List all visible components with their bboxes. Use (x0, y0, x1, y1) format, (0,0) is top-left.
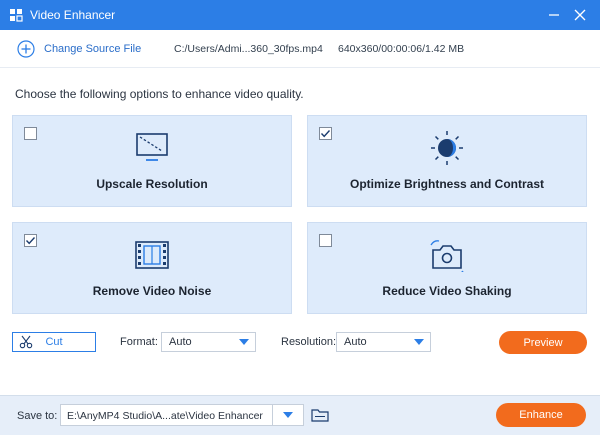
title-bar: Video Enhancer (0, 0, 600, 30)
video-enhancer-app-icon (9, 8, 23, 22)
camera-shake-icon (427, 237, 467, 273)
upscale-monitor-icon (132, 130, 172, 166)
format-select[interactable]: Auto (161, 332, 256, 352)
source-file-bar: Change Source File C:/Users/Admi...360_3… (0, 30, 600, 68)
format-value: Auto (169, 336, 192, 348)
noise-checkbox[interactable] (24, 234, 37, 247)
option-optimize-brightness[interactable]: Optimize Brightness and Contrast (307, 115, 587, 207)
preview-button[interactable]: Preview (499, 331, 587, 354)
cut-button[interactable]: Cut (12, 332, 96, 352)
brightness-sun-icon (427, 130, 467, 166)
shaking-checkbox[interactable] (319, 234, 332, 247)
chevron-down-icon[interactable] (283, 412, 293, 418)
upscale-checkbox[interactable] (24, 127, 37, 140)
option-reduce-video-shaking[interactable]: Reduce Video Shaking (307, 222, 587, 314)
resolution-label: Resolution: (281, 336, 337, 348)
option-label: Remove Video Noise (92, 284, 212, 298)
cut-button-label: Cut (45, 336, 63, 348)
chevron-down-icon (239, 339, 249, 345)
controls-row: Cut Format: Auto Resolution: Auto Previe… (0, 328, 600, 358)
format-label: Format: (120, 336, 158, 348)
close-icon[interactable] (572, 7, 588, 23)
add-circle-icon[interactable] (17, 40, 35, 58)
instruction-text: Choose the following options to enhance … (15, 87, 304, 101)
open-folder-icon[interactable] (311, 407, 329, 423)
film-strip-icon (132, 237, 172, 273)
brightness-checkbox[interactable] (319, 127, 332, 140)
resolution-value: Auto (344, 336, 367, 348)
option-remove-video-noise[interactable]: Remove Video Noise (12, 222, 292, 314)
save-path-value: E:\AnyMP4 Studio\A...ate\Video Enhancer (67, 410, 263, 422)
resolution-select[interactable]: Auto (336, 332, 431, 352)
save-path-select[interactable]: E:\AnyMP4 Studio\A...ate\Video Enhancer (60, 404, 304, 426)
option-label: Reduce Video Shaking (382, 284, 512, 298)
divider (272, 405, 273, 425)
source-file-path: C:/Users/Admi...360_30fps.mp4 (174, 43, 323, 55)
save-to-label: Save to: (17, 410, 58, 422)
chevron-down-icon (414, 339, 424, 345)
window-title: Video Enhancer (30, 8, 116, 22)
save-bar: Save to: E:\AnyMP4 Studio\A...ate\Video … (0, 395, 600, 435)
enhance-button[interactable]: Enhance (496, 403, 586, 427)
option-upscale-resolution[interactable]: Upscale Resolution (12, 115, 292, 207)
minimize-icon[interactable] (546, 7, 562, 23)
change-source-file-link[interactable]: Change Source File (44, 43, 141, 55)
option-label: Upscale Resolution (96, 177, 208, 191)
source-file-info: 640x360/00:00:06/1.42 MB (338, 43, 465, 55)
option-label: Optimize Brightness and Contrast (349, 177, 545, 191)
